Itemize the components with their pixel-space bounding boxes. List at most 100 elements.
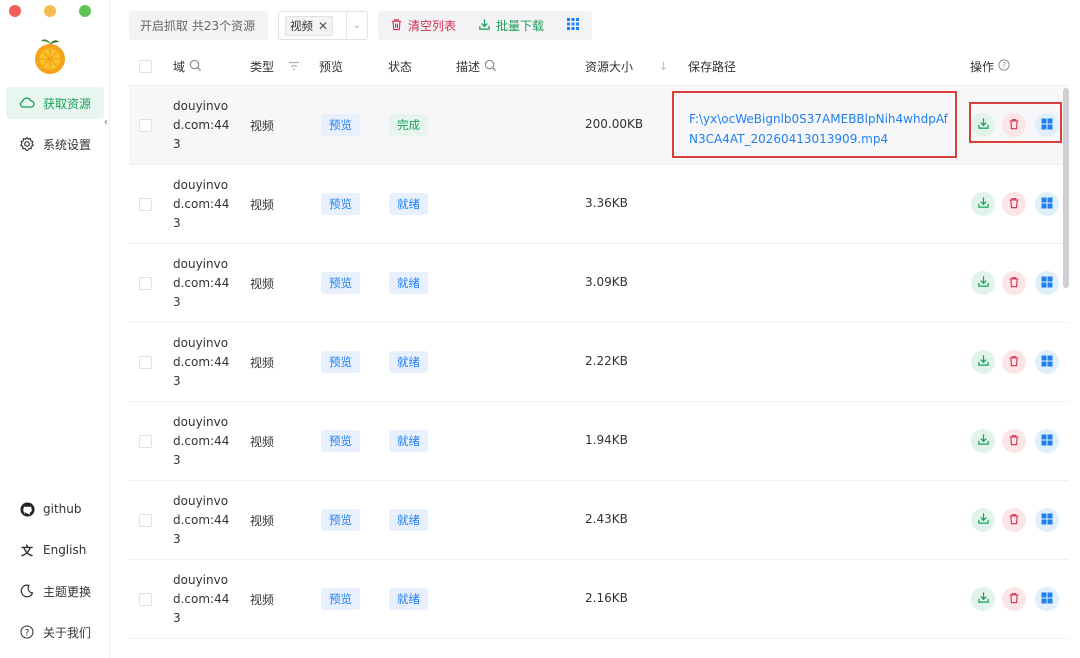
batch-download-button[interactable]: 批量下载 bbox=[478, 17, 544, 34]
svg-text:?: ? bbox=[1002, 61, 1006, 70]
open-folder-button[interactable] bbox=[1035, 587, 1059, 611]
windows-icon bbox=[1041, 513, 1053, 528]
row-type: 视频 bbox=[250, 198, 275, 212]
row-type: 视频 bbox=[250, 356, 275, 370]
preview-button[interactable]: 预览 bbox=[321, 114, 360, 136]
maximize-window-button[interactable] bbox=[79, 5, 91, 17]
header-preview-label: 预览 bbox=[319, 60, 344, 74]
open-folder-button[interactable] bbox=[1035, 192, 1059, 216]
preview-button[interactable]: 预览 bbox=[321, 430, 360, 452]
row-checkbox[interactable] bbox=[139, 119, 152, 132]
row-checkbox[interactable] bbox=[139, 277, 152, 290]
trash-icon bbox=[1008, 355, 1020, 370]
header-desc: 描述 bbox=[456, 58, 497, 75]
row-checkbox[interactable] bbox=[139, 435, 152, 448]
row-domain: douyinvo d.com:44 3 bbox=[173, 97, 233, 154]
windows-icon bbox=[1041, 355, 1053, 370]
delete-row-button[interactable] bbox=[1002, 587, 1026, 611]
nav-language[interactable]: 文 English bbox=[6, 535, 104, 565]
vertical-scrollbar[interactable] bbox=[1063, 88, 1069, 288]
row-checkbox[interactable] bbox=[139, 514, 152, 527]
delete-row-button[interactable] bbox=[1002, 271, 1026, 295]
help-icon[interactable]: ? bbox=[998, 59, 1010, 74]
nav-label: 获取资源 bbox=[43, 96, 92, 111]
nav-system-settings[interactable]: 系统设置 bbox=[6, 128, 104, 160]
open-folder-button[interactable] bbox=[1035, 271, 1059, 295]
open-folder-button[interactable] bbox=[1035, 429, 1059, 453]
download-row-button[interactable] bbox=[971, 508, 995, 532]
row-checkbox[interactable] bbox=[139, 198, 152, 211]
window-controls bbox=[9, 5, 91, 17]
open-folder-button[interactable] bbox=[1035, 508, 1059, 532]
row-size: 200.00KB bbox=[585, 117, 644, 131]
header-path-label: 保存路径 bbox=[688, 60, 737, 74]
header-domain-label: 域 bbox=[173, 60, 186, 74]
preview-button[interactable]: 预览 bbox=[321, 509, 360, 531]
batch-download-label: 批量下载 bbox=[496, 19, 545, 33]
download-row-button[interactable] bbox=[971, 587, 995, 611]
row-domain: douyinvo d.com:44 3 bbox=[173, 255, 233, 312]
download-row-button[interactable] bbox=[971, 192, 995, 216]
cloud-icon bbox=[19, 95, 35, 111]
download-icon bbox=[977, 433, 990, 449]
close-window-button[interactable] bbox=[9, 5, 21, 17]
row-domain-line: d.com:44 bbox=[173, 513, 230, 527]
minimize-window-button[interactable] bbox=[44, 5, 56, 17]
preview-button[interactable]: 预览 bbox=[321, 193, 360, 215]
grid-view-button[interactable] bbox=[566, 17, 580, 34]
delete-row-button[interactable] bbox=[1002, 508, 1026, 532]
row-type: 视频 bbox=[250, 435, 275, 449]
row-type: 视频 bbox=[250, 277, 275, 291]
delete-row-button[interactable] bbox=[1002, 192, 1026, 216]
download-row-button[interactable] bbox=[971, 271, 995, 295]
nav-get-resources[interactable]: 获取资源 bbox=[6, 87, 104, 119]
preview-button[interactable]: 预览 bbox=[321, 588, 360, 610]
nav-about[interactable]: ? 关于我们 bbox=[6, 617, 104, 647]
preview-button[interactable]: 预览 bbox=[321, 351, 360, 373]
table-row: douyinvo d.com:44 3 视频 预览 就绪 3.09KB bbox=[129, 244, 1069, 323]
delete-row-button[interactable] bbox=[1002, 350, 1026, 374]
row-checkbox[interactable] bbox=[139, 593, 152, 606]
table-row: douyinvo d.com:44 3 视频 预览 完成 200.00KB F:… bbox=[129, 86, 1069, 165]
table-row: douyinvo d.com:44 3 视频 预览 就绪 2.43KB bbox=[129, 481, 1069, 560]
gear-icon bbox=[19, 136, 35, 152]
filter-icon[interactable] bbox=[288, 60, 300, 74]
row-domain-line: d.com:44 bbox=[173, 592, 230, 606]
nav-label: 系统设置 bbox=[43, 137, 92, 152]
open-folder-button[interactable] bbox=[1035, 350, 1059, 374]
row-domain-line: 3 bbox=[173, 374, 181, 388]
header-status-label: 状态 bbox=[388, 60, 413, 74]
sort-icon[interactable]: ↓ bbox=[659, 60, 668, 73]
download-icon bbox=[977, 512, 990, 528]
row-domain-line: douyinvo bbox=[173, 494, 229, 508]
download-row-button[interactable] bbox=[971, 429, 995, 453]
collapse-sidebar-icon[interactable]: ‹ bbox=[104, 117, 116, 129]
header-ops-label: 操作 bbox=[970, 60, 995, 74]
search-icon[interactable] bbox=[189, 59, 202, 75]
header-domain: 域 bbox=[173, 58, 202, 75]
header-preview: 预览 bbox=[319, 58, 343, 75]
delete-row-button[interactable] bbox=[1002, 429, 1026, 453]
status-badge: 就绪 bbox=[389, 588, 428, 610]
row-domain: douyinvo d.com:44 3 bbox=[173, 492, 233, 549]
resource-table: 域 类型 预览 状态 描述 资源大小 ↓ 保存路径 操作 ? douyinvo … bbox=[129, 48, 1069, 639]
clear-list-button[interactable]: 清空列表 bbox=[390, 17, 456, 34]
chevron-down-icon[interactable]: ⌄ bbox=[345, 12, 361, 39]
row-size: 2.43KB bbox=[585, 512, 628, 526]
row-domain-line: douyinvo bbox=[173, 257, 229, 271]
type-filter-select[interactable]: 视频 ✕ ⌄ bbox=[278, 11, 368, 40]
download-row-button[interactable] bbox=[971, 350, 995, 374]
save-path-line: F:\yx\ocWeBignlb0S37AMEBBlpNih4whdpAf bbox=[689, 112, 948, 126]
nav-theme[interactable]: 主题更换 bbox=[6, 576, 104, 606]
row-domain-line: 3 bbox=[173, 137, 181, 151]
row-checkbox[interactable] bbox=[139, 356, 152, 369]
select-all-checkbox[interactable] bbox=[139, 60, 152, 73]
preview-button[interactable]: 预览 bbox=[321, 272, 360, 294]
trash-icon bbox=[1008, 592, 1020, 607]
nav-github[interactable]: github bbox=[6, 494, 104, 524]
save-path-link[interactable]: F:\yx\ocWeBignlb0S37AMEBBlpNih4whdpAf N3C… bbox=[672, 91, 957, 158]
capture-toggle-button[interactable]: 开启抓取 共23个资源 bbox=[129, 11, 268, 40]
close-icon[interactable]: ✕ bbox=[318, 19, 328, 33]
search-icon[interactable] bbox=[484, 59, 497, 75]
row-domain-line: douyinvo bbox=[173, 573, 229, 587]
